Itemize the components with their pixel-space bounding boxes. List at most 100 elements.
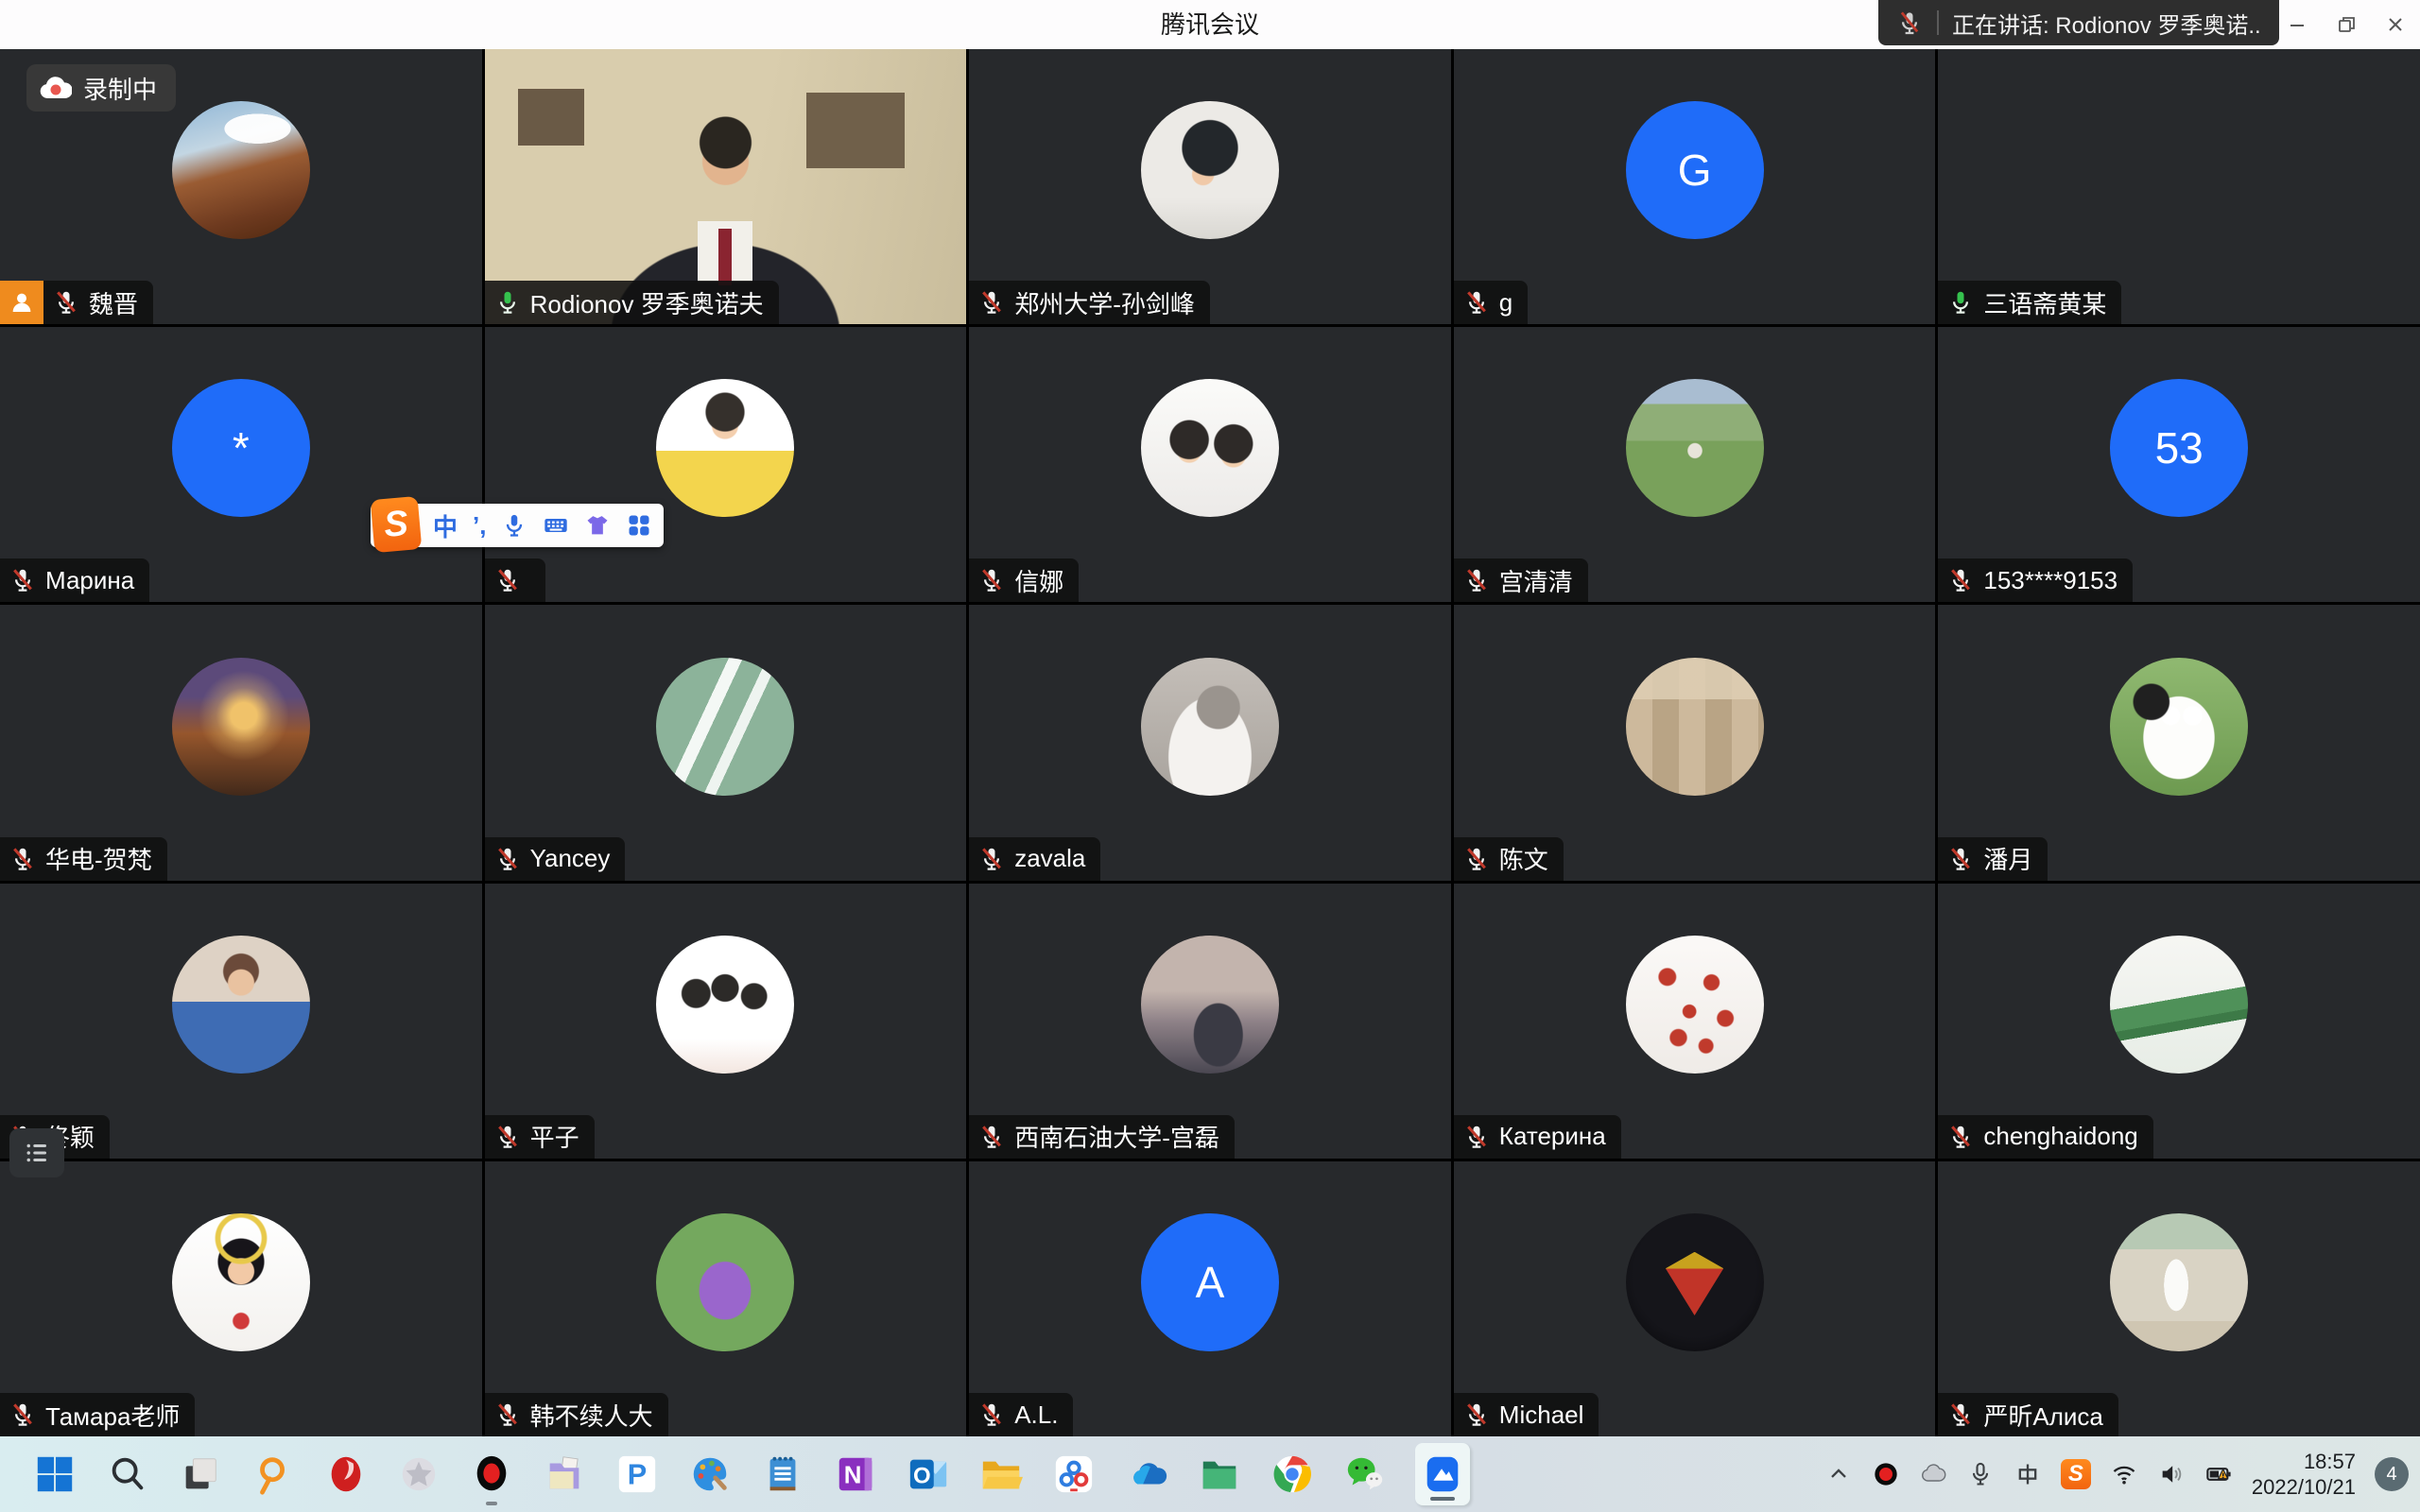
muted-mic-icon xyxy=(1895,9,1924,37)
participant-name-label: Rodionov 罗季奥诺夫 xyxy=(485,281,779,324)
participant-tile[interactable]: 平子 xyxy=(485,884,967,1159)
close-button[interactable] xyxy=(2371,0,2420,49)
screen-recorder-icon[interactable] xyxy=(469,1452,514,1497)
gray-star-icon[interactable] xyxy=(396,1452,441,1497)
windows-start-icon[interactable] xyxy=(32,1452,78,1497)
participant-name: Yancey xyxy=(530,844,611,873)
participant-name: A.L. xyxy=(1014,1400,1058,1430)
participant-tile[interactable]: A A.L. xyxy=(969,1161,1451,1436)
cloud-recording-icon xyxy=(40,76,72,100)
keyboard-icon[interactable] xyxy=(543,511,569,540)
participant-tile[interactable]: Yancey xyxy=(485,605,967,880)
participant-tile[interactable]: zavala xyxy=(969,605,1451,880)
participant-avatar xyxy=(2110,1213,2248,1351)
participant-tile[interactable]: Тамара老师 xyxy=(0,1161,482,1436)
paint-icon[interactable] xyxy=(687,1452,733,1497)
notepad-icon[interactable] xyxy=(760,1452,805,1497)
mic-status-icon xyxy=(1946,1123,1975,1151)
recording-badge: 录制中 xyxy=(26,64,176,112)
participant-tile[interactable]: 西南石油大学-宫磊 xyxy=(969,884,1451,1159)
participant-tile[interactable]: 陈文 xyxy=(1454,605,1936,880)
onenote-icon[interactable]: N xyxy=(833,1452,878,1497)
participant-tile[interactable]: 宫清清 xyxy=(1454,327,1936,602)
outlook-icon[interactable]: O xyxy=(906,1452,951,1497)
wifi-icon[interactable] xyxy=(2110,1460,2138,1488)
wechat-icon[interactable] xyxy=(1342,1452,1388,1497)
participant-avatar xyxy=(656,1213,794,1351)
mic-status-icon xyxy=(1462,1123,1491,1151)
file-explorer-icon[interactable] xyxy=(978,1452,1024,1497)
volume-icon[interactable] xyxy=(2157,1460,2186,1488)
participant-tile[interactable]: G g xyxy=(1454,49,1936,324)
participant-tile[interactable]: 信娜 xyxy=(969,327,1451,602)
red-media-icon[interactable] xyxy=(323,1452,369,1497)
onedrive-icon[interactable] xyxy=(1124,1452,1169,1497)
participant-tile[interactable]: 潘月 xyxy=(1938,605,2420,880)
participant-tile[interactable]: 严昕Алиса xyxy=(1938,1161,2420,1436)
chrome-icon[interactable] xyxy=(1270,1452,1315,1497)
participant-tile[interactable]: Michael xyxy=(1454,1161,1936,1436)
list-icon xyxy=(23,1139,51,1167)
skin-icon[interactable] xyxy=(584,511,611,540)
participant-tile[interactable]: 三语斋黄某 xyxy=(1938,49,2420,324)
tencent-meeting-icon[interactable] xyxy=(1415,1443,1470,1505)
participant-avatar: 53 xyxy=(2110,379,2248,517)
sogou-logo[interactable]: S xyxy=(371,496,423,553)
participant-name-label: Yancey xyxy=(485,837,626,881)
participant-tile[interactable]: * Марина xyxy=(0,327,482,602)
participant-name: Тамара老师 xyxy=(45,1398,180,1433)
ime-zhong-icon[interactable] xyxy=(2014,1460,2042,1488)
record-dot-icon[interactable] xyxy=(1872,1460,1900,1488)
participant-tile[interactable]: 53 153****9153 xyxy=(1938,327,2420,602)
participant-name-label: 魏晋 xyxy=(43,281,153,324)
toolbox-icon[interactable] xyxy=(626,511,652,540)
participant-avatar xyxy=(1626,936,1764,1074)
search-icon[interactable] xyxy=(105,1452,150,1497)
participant-tile[interactable]: Катерина xyxy=(1454,884,1936,1159)
microphone-icon[interactable] xyxy=(1966,1460,1995,1488)
taskbar-apps: P NO xyxy=(32,1436,1470,1512)
participant-avatar xyxy=(2110,936,2248,1074)
cloud-circles-app-icon[interactable] xyxy=(1051,1452,1097,1497)
participant-name-label: Катерина xyxy=(1454,1115,1621,1159)
participant-tile[interactable] xyxy=(485,327,967,602)
mic-status-icon xyxy=(977,1123,1006,1151)
participant-name-label: 郑州大学-孙剑峰 xyxy=(969,281,1210,324)
battery-alert-icon[interactable] xyxy=(2204,1460,2233,1488)
participant-name: 严昕Алиса xyxy=(1983,1398,2103,1433)
participant-name-label: 潘月 xyxy=(1938,837,2048,881)
participant-tile[interactable]: 佟颖 xyxy=(0,884,482,1159)
mic-status-icon xyxy=(1462,845,1491,873)
chinese-mode-icon[interactable]: 中 xyxy=(433,511,458,540)
participant-tile[interactable]: chenghaidong xyxy=(1938,884,2420,1159)
participant-name-label: 陈文 xyxy=(1454,837,1564,881)
orange-magnifier-icon[interactable] xyxy=(251,1452,296,1497)
voice-input-icon[interactable] xyxy=(501,511,527,540)
task-view-icon[interactable] xyxy=(178,1452,223,1497)
participant-tile[interactable]: 郑州大学-孙剑峰 xyxy=(969,49,1451,324)
participant-avatar xyxy=(1141,936,1279,1074)
title-bar: 腾讯会议 正在讲话: Rodionov 罗季奥诺... xyxy=(0,0,2420,49)
p-app-icon[interactable]: P xyxy=(614,1452,660,1497)
punctuation-icon[interactable]: ’, xyxy=(473,511,486,540)
participant-name-label: 信娜 xyxy=(969,558,1079,602)
cloud-icon[interactable] xyxy=(1919,1460,1947,1488)
participant-name: chenghaidong xyxy=(1983,1122,2137,1151)
taskbar-clock[interactable]: 18:57 2022/10/21 xyxy=(2252,1449,2356,1501)
participant-avatar xyxy=(172,658,310,796)
green-folder-icon[interactable] xyxy=(1197,1452,1242,1497)
purple-folder-icon[interactable] xyxy=(542,1452,587,1497)
participant-tile[interactable]: 华电-贺梵 xyxy=(0,605,482,880)
member-list-button[interactable] xyxy=(9,1128,64,1177)
system-tray: S 18:57 2022/10/21 4 xyxy=(1824,1436,2409,1512)
participant-tile[interactable]: 韩不续人大 xyxy=(485,1161,967,1436)
sogou-icon[interactable]: S xyxy=(2061,1459,2091,1489)
chevron-up-icon[interactable] xyxy=(1824,1460,1853,1488)
participant-tile[interactable]: Rodionov 罗季奥诺夫 xyxy=(485,49,967,324)
speaking-banner[interactable]: 正在讲话: Rodionov 罗季奥诺... xyxy=(1878,0,2279,45)
participant-name: 魏晋 xyxy=(89,285,138,320)
mic-status-icon xyxy=(493,288,522,317)
minimize-button[interactable] xyxy=(2273,0,2322,49)
restore-button[interactable] xyxy=(2322,0,2371,49)
notification-count-badge[interactable]: 4 xyxy=(2375,1457,2409,1491)
